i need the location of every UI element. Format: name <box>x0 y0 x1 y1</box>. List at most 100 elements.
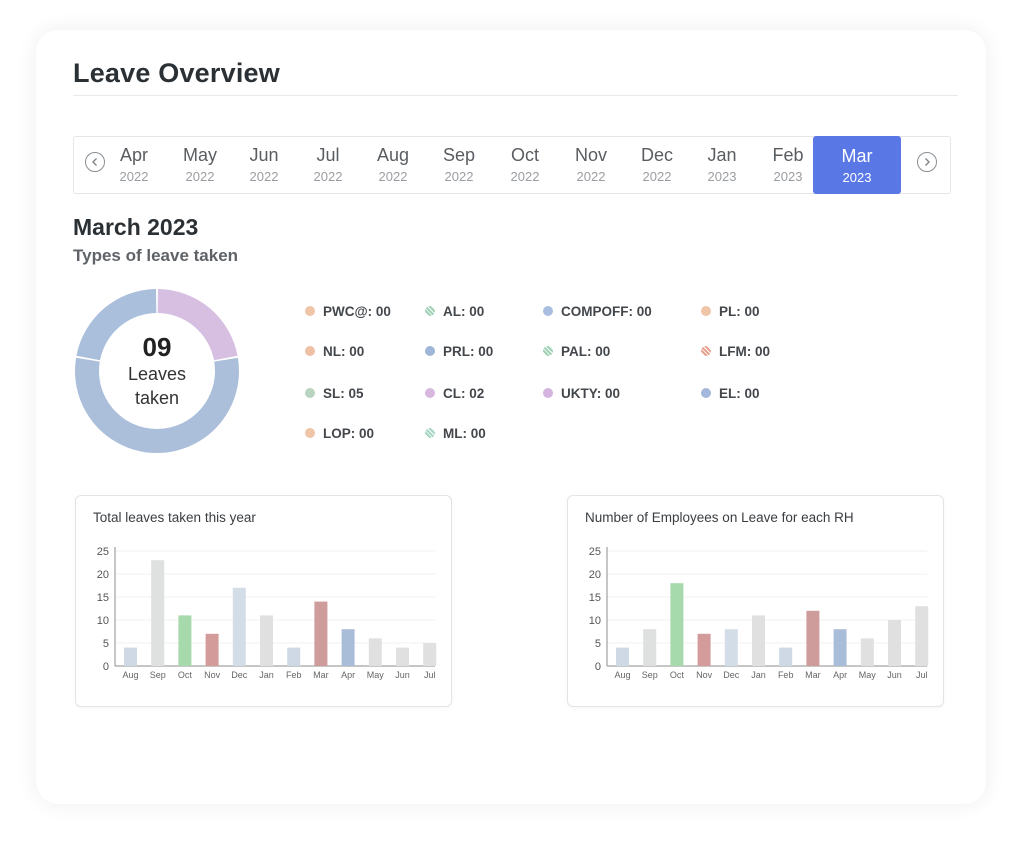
month-year: 2023 <box>842 170 872 185</box>
x-tick-label: Jun <box>395 670 410 680</box>
x-tick-label: Dec <box>231 670 248 680</box>
legend-label: PL: 00 <box>719 303 760 319</box>
bar-sep <box>643 629 657 666</box>
legend-label: SL: 05 <box>323 385 364 401</box>
bar-jan <box>752 615 765 666</box>
x-tick-label: Oct <box>670 670 685 680</box>
x-tick-label: Jan <box>751 670 766 680</box>
bar-jan <box>260 615 273 666</box>
month-name: Jan <box>707 145 737 165</box>
y-tick-label: 15 <box>589 592 601 604</box>
legend-item: UKTY: 00 <box>543 384 620 402</box>
x-tick-label: Nov <box>696 670 713 680</box>
bar-mar <box>314 601 328 666</box>
x-tick-label: Feb <box>778 670 794 680</box>
title-divider <box>73 95 958 96</box>
x-tick-label: Aug <box>614 670 630 680</box>
legend-item: CL: 02 <box>425 384 484 402</box>
legend-item: ML: 00 <box>425 424 486 442</box>
month-year: 2022 <box>185 169 215 184</box>
x-tick-label: Jul <box>916 670 928 680</box>
legend-label: UKTY: 00 <box>561 385 621 401</box>
month-tab-may[interactable]: May 2022 <box>165 137 235 193</box>
month-name: Mar <box>841 146 873 166</box>
bar-jul <box>915 606 929 666</box>
y-tick-label: 25 <box>97 546 109 558</box>
legend-label: LOP: 00 <box>323 425 375 441</box>
month-name: Aug <box>376 145 410 165</box>
legend-dot-icon <box>425 428 435 438</box>
legend-dot-icon <box>305 306 315 316</box>
month-name: Apr <box>119 145 148 165</box>
legend-item: COMPOFF: 00 <box>543 302 652 320</box>
x-tick-label: Jul <box>424 670 436 680</box>
month-tab-jun[interactable]: Jun 2022 <box>229 137 299 193</box>
legend-dot-icon <box>543 388 553 398</box>
x-tick-label: Jun <box>887 670 902 680</box>
bar-aug <box>124 647 137 666</box>
month-year: 2022 <box>642 169 672 184</box>
bar-jun <box>888 620 901 666</box>
total-leaves-bar-chart: 0 5 10 15 20 25 Aug Sep Oct Nov Dec Jan Feb Mar Apr May… <box>97 546 437 680</box>
x-tick-label: Feb <box>286 670 302 680</box>
legend-dot-icon <box>543 346 553 356</box>
legend-label: PRL: 00 <box>443 343 494 359</box>
legend-item: PL: 00 <box>701 302 760 320</box>
legend-item: LFM: 00 <box>701 342 770 360</box>
month-name: Sep <box>442 145 476 165</box>
total-leaves-chart-card: Total leaves taken this year 0 5 10 15 20 25 A… <box>75 495 452 707</box>
month-tab-apr[interactable]: Apr 2022 <box>99 137 169 193</box>
month-year: 2022 <box>249 169 279 184</box>
leave-types-subtitle: Types of leave taken <box>73 246 239 265</box>
bar-may <box>368 638 382 666</box>
month-name: Dec <box>640 145 673 165</box>
x-tick-label: Aug <box>122 670 138 680</box>
x-tick-label: Sep <box>150 670 166 680</box>
legend-label: NL: 00 <box>323 343 365 359</box>
x-tick-label: Dec <box>723 670 740 680</box>
month-tab-jan[interactable]: Jan 2023 <box>687 137 757 193</box>
bar-dec <box>232 587 246 666</box>
legend-item: NL: 00 <box>305 342 364 360</box>
month-tab-oct[interactable]: Oct 2022 <box>490 137 560 193</box>
month-tab-nov[interactable]: Nov 2022 <box>556 137 626 193</box>
legend-label: PWC@: 00 <box>323 303 391 319</box>
month-year: 2022 <box>378 169 408 184</box>
legend-label: PAL: 00 <box>561 343 611 359</box>
legend-item: SL: 05 <box>305 384 364 402</box>
y-tick-label: 5 <box>103 638 109 650</box>
month-year: 2023 <box>707 169 737 184</box>
month-tab-jul[interactable]: Jul 2022 <box>293 137 363 193</box>
month-tab-dec[interactable]: Dec 2022 <box>622 137 692 193</box>
y-tick-label: 20 <box>589 569 601 581</box>
legend-dot-icon <box>305 346 315 356</box>
bar-mar <box>806 610 820 666</box>
bar-jul <box>423 643 437 666</box>
selected-month-title: March 2023 <box>73 214 199 240</box>
bar-oct <box>670 583 684 666</box>
x-tick-label: Mar <box>313 670 329 680</box>
month-year: 2022 <box>576 169 606 184</box>
x-tick-label: May <box>859 670 877 680</box>
y-tick-label: 10 <box>589 615 601 627</box>
month-year: 2022 <box>444 169 474 184</box>
legend-dot-icon <box>425 388 435 398</box>
month-tab-sep[interactable]: Sep 2022 <box>424 137 494 193</box>
x-tick-label: Sep <box>642 670 658 680</box>
bar-jun <box>396 647 409 666</box>
legend-dot-icon <box>701 306 711 316</box>
x-tick-label: Nov <box>204 670 221 680</box>
bar-feb <box>779 647 793 666</box>
legend-item: AL: 00 <box>425 302 484 320</box>
legend-dot-icon <box>425 346 435 356</box>
month-tab-aug[interactable]: Aug 2022 <box>358 137 428 193</box>
month-tab-mar[interactable]: Mar 2023 <box>813 136 901 194</box>
chevron-right-icon[interactable] <box>917 152 937 172</box>
month-name: Jun <box>249 145 279 165</box>
y-tick-label: 0 <box>595 661 601 673</box>
x-tick-label: Mar <box>805 670 821 680</box>
y-tick-label: 20 <box>97 569 109 581</box>
legend-label: COMPOFF: 00 <box>561 303 652 319</box>
y-tick-label: 10 <box>97 615 109 627</box>
legend-label: ML: 00 <box>443 425 486 441</box>
